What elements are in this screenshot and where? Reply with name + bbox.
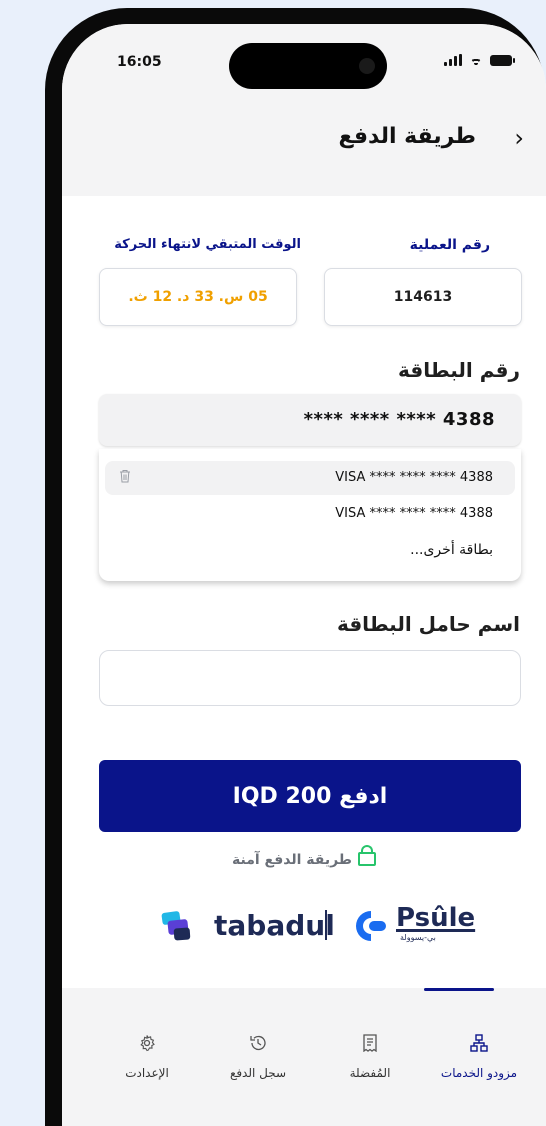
card-option[interactable]: VISA **** **** **** 4388 [105, 497, 515, 531]
card-holder-label: اسم حامل البطاقة [336, 612, 520, 636]
card-option-text: بطاقة أخرى... [410, 542, 493, 558]
card-select[interactable]: **** **** **** 4388 [99, 394, 521, 446]
psule-logo-text: Psûle [396, 903, 476, 933]
time-remaining-label: الوقت المتبقي لانتهاء الحركة [114, 237, 301, 252]
wifi-icon [468, 54, 484, 66]
tab-label: مزودو الخدمات [440, 1066, 518, 1080]
partner-logos: tabadul Psûle بي-يسوولة [62, 903, 546, 948]
page-title: طريقة الدفع [338, 124, 476, 149]
psule-logo-subtext: بي-يسوولة [400, 933, 436, 942]
secure-text: طريقة الدفع آمنة [231, 852, 352, 868]
camera-icon [359, 58, 375, 74]
battery-icon [490, 55, 515, 66]
status-icons [444, 54, 515, 66]
lock-icon [358, 845, 376, 866]
card-option-text: VISA **** **** **** 4388 [335, 470, 493, 485]
tab-label: الإعدادت [125, 1066, 169, 1080]
psule-logo-icon [356, 911, 386, 941]
tab-service-providers[interactable]: مزودو الخدمات [424, 1034, 534, 1081]
tabadul-logo-text: tabadul [214, 909, 335, 942]
gear-icon [140, 1035, 155, 1052]
tab-label: سجل الدفع [229, 1066, 287, 1080]
sitemap-icon [470, 1034, 488, 1052]
time-remaining-value: 05 س. 33 د. 12 ث. [128, 289, 268, 305]
card-option[interactable]: VISA **** **** **** 4388 [105, 461, 515, 495]
pay-button[interactable]: ادفع 200 IQD [99, 760, 521, 832]
signal-icon [444, 54, 462, 66]
secure-payment-note: طريقة الدفع آمنة [62, 845, 546, 868]
card-dropdown: VISA **** **** **** 4388 VISA **** **** … [99, 449, 521, 581]
tab-payment-history[interactable]: سجل الدفع [203, 1034, 313, 1081]
transaction-id-value: 114613 [393, 289, 453, 305]
dynamic-island [229, 43, 387, 89]
card-option-text: VISA **** **** **** 4388 [335, 506, 493, 521]
tab-settings[interactable]: الإعدادت [92, 1034, 202, 1081]
transaction-id-box: 114613 [324, 268, 522, 326]
tabadul-logo-icon [161, 911, 191, 941]
tab-favorites[interactable]: المُفضلة [315, 1034, 425, 1081]
time-remaining-box: 05 س. 33 د. 12 ث. [99, 268, 297, 326]
card-selected-value: **** **** **** 4388 [303, 409, 495, 430]
card-number-label: رقم البطاقة [397, 358, 520, 382]
history-icon [250, 1035, 266, 1051]
card-option-other[interactable]: بطاقة أخرى... [105, 533, 515, 567]
trash-icon[interactable] [119, 469, 131, 483]
receipt-icon [363, 1034, 377, 1052]
logo-divider [325, 910, 327, 940]
tab-label: المُفضلة [349, 1066, 391, 1080]
transaction-id-label: رقم العملية [409, 237, 490, 253]
status-time: 16:05 [117, 54, 162, 70]
phone-screen: 16:05 طريقة الدفع › رقم العملية الوقت ال… [62, 24, 546, 1126]
active-tab-indicator [424, 988, 494, 991]
card-holder-input[interactable] [99, 650, 521, 706]
chevron-right-icon[interactable]: › [514, 124, 524, 152]
